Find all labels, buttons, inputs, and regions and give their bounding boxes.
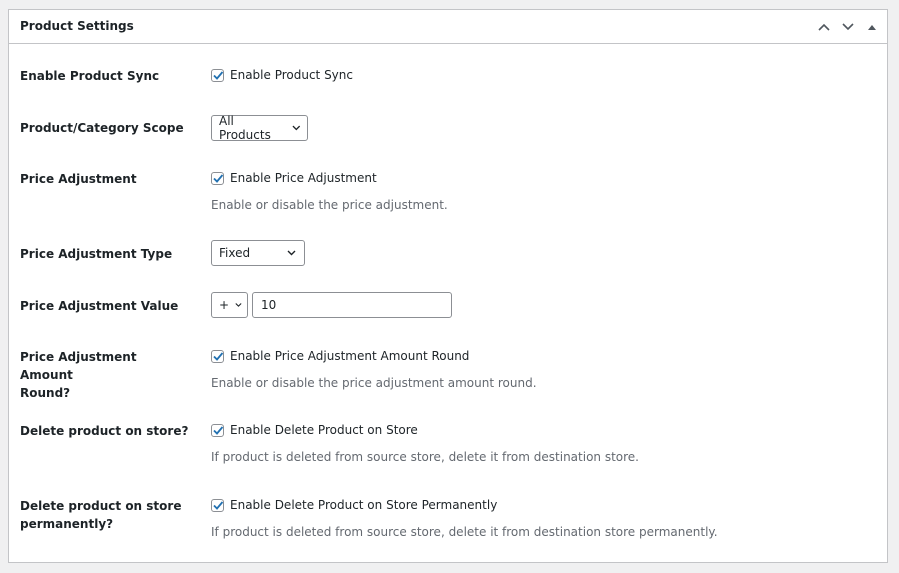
setting-label: Enable Product Sync — [20, 69, 160, 83]
setting-field: Enable Delete Product on Store If produc… — [211, 422, 876, 465]
setting-field: Enable Price Adjustment Amount Round Ena… — [211, 348, 876, 391]
checkbox-text: Enable Price Adjustment Amount Round — [230, 349, 470, 363]
adjustment-type-select[interactable]: Fixed — [211, 240, 305, 266]
adjustment-type-select-value: Fixed — [219, 246, 251, 260]
scope-select[interactable]: All Products — [211, 114, 308, 142]
panel-header: Product Settings — [9, 10, 887, 44]
setting-description: If product is deleted from source store,… — [211, 450, 639, 464]
setting-description: Enable or disable the price adjustment. — [211, 198, 448, 212]
chevron-down-icon — [287, 250, 296, 256]
panel-handle-actions — [813, 16, 883, 38]
setting-field: Enable Delete Product on Store Permanent… — [211, 497, 876, 540]
setting-label: Price Adjustment Amount Round? — [20, 348, 190, 402]
checkbox-text: Enable Price Adjustment — [230, 171, 377, 185]
setting-label-line2: permanently? — [20, 517, 114, 531]
triangle-up-icon — [868, 25, 876, 30]
checkbox-text: Enable Delete Product on Store — [230, 423, 418, 437]
panel-title: Product Settings — [20, 19, 134, 33]
setting-label-line1: Delete product on store — [20, 499, 182, 513]
setting-field: + 10 — [211, 292, 876, 318]
setting-field: All Products — [211, 114, 876, 142]
checkmark-icon — [213, 351, 224, 361]
setting-label: Price Adjustment Type — [20, 247, 173, 261]
setting-label: Delete product on store permanently? — [20, 497, 190, 533]
delete-permanently-checkbox-label[interactable]: Enable Delete Product on Store Permanent… — [211, 497, 876, 513]
move-up-button[interactable] — [813, 16, 835, 38]
setting-field: Fixed — [211, 240, 876, 266]
chevron-down-icon — [235, 303, 242, 307]
setting-label: Product/Category Scope — [20, 121, 184, 135]
setting-field: Enable Product Sync — [211, 67, 876, 83]
amount-round-checkbox[interactable] — [211, 349, 224, 363]
checkbox-text: Enable Delete Product on Store Permanent… — [230, 498, 498, 512]
setting-description: Enable or disable the price adjustment a… — [211, 376, 537, 390]
price-adjustment-checkbox-label[interactable]: Enable Price Adjustment — [211, 170, 876, 186]
checkbox-text: Enable Product Sync — [230, 68, 353, 82]
delete-product-checkbox[interactable] — [211, 423, 224, 437]
product-settings-panel: Product Settings Enable Product Sync Ena… — [8, 9, 888, 563]
product-sync-checkbox-label[interactable]: Enable Product Sync — [211, 67, 876, 83]
toggle-panel-button[interactable] — [861, 16, 883, 38]
chevron-up-icon — [818, 23, 830, 31]
delete-permanently-checkbox[interactable] — [211, 498, 224, 512]
move-down-button[interactable] — [837, 16, 859, 38]
setting-label-line2: Round? — [20, 386, 71, 400]
delete-product-checkbox-label[interactable]: Enable Delete Product on Store — [211, 422, 876, 438]
chevron-down-icon — [292, 125, 301, 131]
operator-select-value: + — [219, 298, 230, 312]
checkmark-icon — [213, 425, 224, 435]
setting-label-line1: Price Adjustment Amount — [20, 350, 137, 382]
operator-select[interactable]: + — [211, 292, 248, 318]
setting-field: Enable Price Adjustment Enable or disabl… — [211, 170, 876, 213]
price-adjustment-checkbox[interactable] — [211, 171, 224, 185]
setting-label: Price Adjustment — [20, 172, 137, 186]
chevron-down-icon — [842, 23, 854, 31]
checkmark-icon — [213, 500, 224, 510]
setting-label: Delete product on store? — [20, 424, 189, 438]
adjustment-value-input[interactable]: 10 — [252, 292, 452, 318]
amount-round-checkbox-label[interactable]: Enable Price Adjustment Amount Round — [211, 348, 876, 364]
checkmark-icon — [213, 173, 224, 183]
checkmark-icon — [213, 70, 224, 80]
setting-description: If product is deleted from source store,… — [211, 525, 718, 539]
setting-label: Price Adjustment Value — [20, 299, 179, 313]
scope-select-value: All Products — [219, 114, 271, 142]
product-sync-checkbox[interactable] — [211, 68, 224, 82]
